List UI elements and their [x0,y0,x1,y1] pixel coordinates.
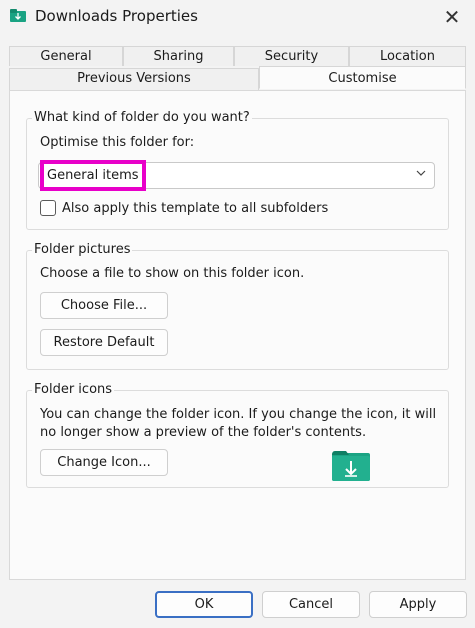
tab-previous-versions[interactable]: Previous Versions [9,68,259,90]
tab-security[interactable]: Security [234,46,349,66]
tab-sharing[interactable]: Sharing [123,46,234,66]
ok-button[interactable]: OK [155,591,253,618]
folder-pictures-group-title: Folder pictures [32,242,133,257]
folder-icons-group-title: Folder icons [32,382,115,397]
folder-pictures-description: Choose a file to show on this folder ico… [40,266,305,281]
folder-icons-description-line1: You can change the folder icon. If you c… [40,407,437,422]
optimise-selected-value: General items [40,160,146,191]
folder-icons-description-line2: no longer show a preview of the folder's… [40,425,367,440]
window-title: Downloads Properties [35,7,198,25]
chevron-down-icon [416,170,426,176]
close-button[interactable]: ✕ [429,0,475,34]
tab-location[interactable]: Location [349,46,466,66]
folder-download-icon [332,451,370,481]
tab-general[interactable]: General [9,46,123,66]
apply-button[interactable]: Apply [369,591,467,618]
cancel-button[interactable]: Cancel [262,591,360,618]
close-icon: ✕ [443,5,461,29]
restore-default-button[interactable]: Restore Default [40,329,168,356]
apply-subfolders-checkbox[interactable] [40,200,56,216]
title-bar: Downloads Properties ✕ [0,0,475,34]
optimise-label: Optimise this folder for: [40,135,195,150]
folder-download-icon [10,9,26,22]
folder-type-group-title: What kind of folder do you want? [32,110,252,125]
choose-file-button[interactable]: Choose File... [40,292,168,319]
apply-subfolders-label: Also apply this template to all subfolde… [62,201,329,216]
change-icon-button[interactable]: Change Icon... [40,449,168,476]
optimise-dropdown[interactable]: General items [38,160,435,191]
tab-customise[interactable]: Customise [259,66,466,89]
